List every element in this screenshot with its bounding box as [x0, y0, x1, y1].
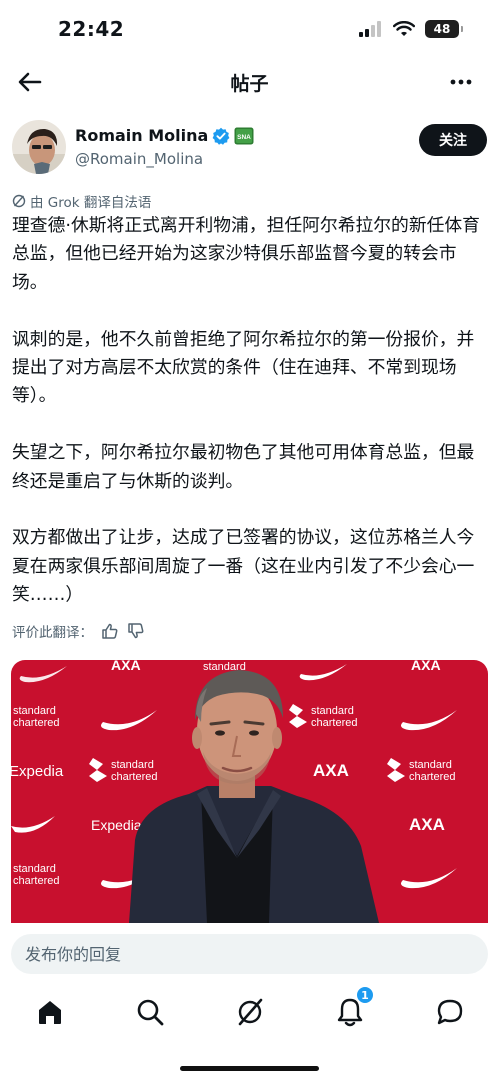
- verified-badge-icon: [212, 127, 230, 145]
- axa-logo: AXA: [411, 660, 441, 673]
- bottom-tab-bar: 1: [0, 986, 499, 1034]
- translation-note-text[interactable]: 由 Grok 翻译自法语: [30, 191, 151, 211]
- follow-button[interactable]: 关注: [419, 124, 487, 156]
- search-icon[interactable]: [134, 996, 166, 1028]
- author-name[interactable]: Romain Molina: [75, 126, 208, 145]
- press-conference-photo: AXA standard AXA standard chartered stan…: [11, 660, 488, 923]
- standard-chartered-logo: standard: [311, 705, 354, 717]
- expedia-logo: Expedia: [91, 817, 142, 833]
- rate-translation-row: 评价此翻译：: [12, 621, 145, 641]
- tweet-paragraph: 失望之下，阿尔希拉尔最初物色了其他可用体育总监，但最终还是重启了与休斯的谈判。: [12, 442, 475, 492]
- affiliate-badge-icon: SNA: [234, 127, 254, 144]
- home-icon[interactable]: [34, 996, 66, 1028]
- messages-icon[interactable]: [434, 996, 466, 1028]
- tweet-text: 理查德·休斯将正式离开利物浦，担任阿尔希拉尔的新任体育总监，但他已经开始为这家沙…: [12, 212, 488, 610]
- cellular-signal-icon: [359, 21, 381, 37]
- standard-chartered-logo: standard: [13, 705, 56, 717]
- thumbs-up-icon[interactable]: [101, 622, 119, 640]
- author-name-row[interactable]: Romain Molina SNA: [75, 126, 254, 145]
- more-options-icon[interactable]: [445, 66, 477, 98]
- top-nav: 帖子: [0, 60, 499, 104]
- tweet-media-image[interactable]: AXA standard AXA standard chartered stan…: [11, 660, 488, 923]
- battery-indicator: 48: [425, 20, 463, 38]
- notification-count-badge: 1: [356, 986, 374, 1004]
- standard-chartered-logo: chartered: [13, 717, 59, 729]
- axa-logo: AXA: [313, 761, 349, 780]
- tweet-paragraph: 理查德·休斯将正式离开利物浦，担任阿尔希拉尔的新任体育总监，但他已经开始为这家沙…: [12, 215, 480, 293]
- tweet-paragraph: 双方都做出了让步，达成了已签署的协议，这位苏格兰人今夏在两家俱乐部间周旋了一番（…: [12, 527, 475, 606]
- standard-chartered-logo: chartered: [13, 875, 59, 887]
- wifi-icon: [393, 21, 415, 36]
- home-indicator: [180, 1066, 319, 1071]
- reply-bar: [11, 934, 488, 974]
- standard-chartered-logo: standard: [409, 759, 452, 771]
- thumbs-down-icon[interactable]: [127, 622, 145, 640]
- standard-chartered-logo: standard: [111, 759, 154, 771]
- rate-translation-label: 评价此翻译：: [12, 625, 93, 641]
- affiliate-badge-text: SNA: [237, 134, 251, 141]
- avatar[interactable]: [12, 120, 66, 174]
- translate-icon: [12, 194, 26, 208]
- status-icons: 48: [359, 20, 463, 38]
- status-time: 22:42: [58, 17, 125, 41]
- standard-chartered-logo: standard: [13, 863, 56, 875]
- status-bar: 22:42 48: [0, 0, 499, 56]
- expedia-logo: Expedia: [11, 763, 64, 780]
- axa-logo: AXA: [111, 660, 141, 673]
- translation-note[interactable]: 由 Grok 翻译自法语: [12, 191, 151, 211]
- grok-icon[interactable]: [234, 996, 266, 1028]
- tweet-paragraph: 讽刺的是，他不久前曾拒绝了阿尔希拉尔的第一份报价，并提出了对方高层不太欣赏的条件…: [12, 328, 475, 407]
- standard-chartered-logo: chartered: [409, 771, 455, 783]
- avatar-photo: [12, 120, 66, 174]
- author-header: Romain Molina SNA @Romain_Molina 关注: [0, 116, 499, 180]
- reply-input[interactable]: [11, 934, 488, 974]
- axa-logo: AXA: [409, 815, 445, 834]
- author-handle[interactable]: @Romain_Molina: [75, 150, 203, 168]
- page-title: 帖子: [230, 73, 269, 95]
- standard-chartered-logo: chartered: [311, 717, 357, 729]
- battery-level: 48: [433, 22, 451, 36]
- standard-chartered-logo: chartered: [111, 771, 157, 783]
